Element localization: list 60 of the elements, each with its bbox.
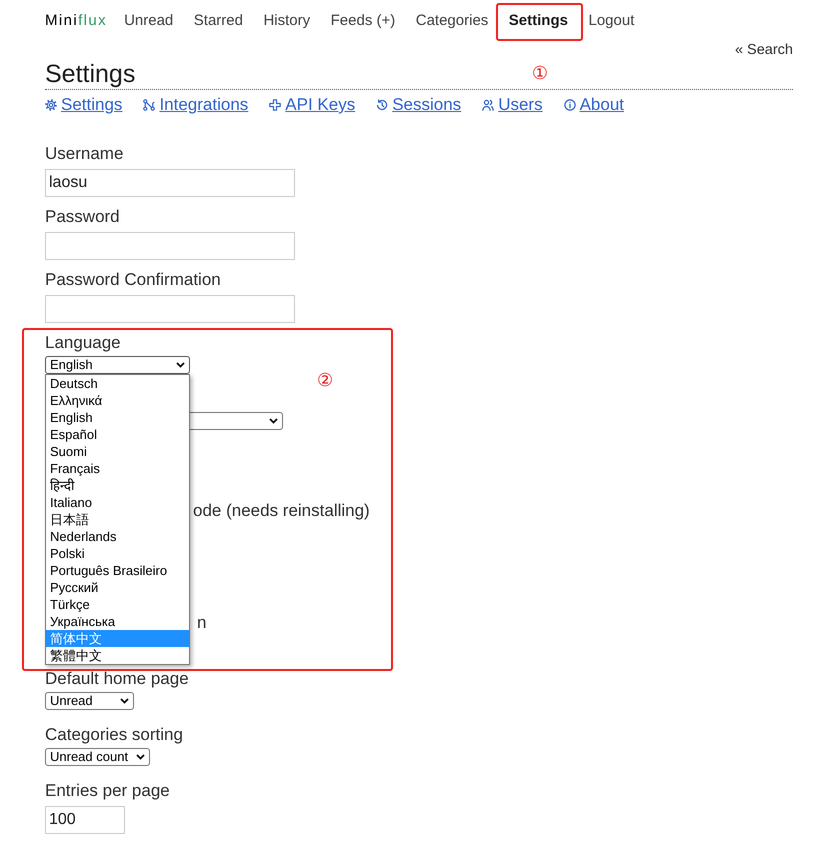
subnav-link[interactable]: Integrations [143, 95, 248, 115]
logo[interactable]: Miniflux [45, 12, 108, 28]
gear-icon [45, 99, 57, 111]
nav-link[interactable]: History [263, 12, 310, 28]
chevron-down-icon [120, 698, 129, 704]
dropdown-option[interactable]: Suomi [46, 443, 189, 460]
dropdown-option[interactable]: Türkçe [46, 596, 189, 613]
field-label: Password [45, 207, 120, 227]
input-field[interactable]: laosu [45, 169, 295, 197]
chevron-down-icon [136, 754, 145, 760]
dropdown-select[interactable]: English [45, 356, 190, 374]
field-label: Default home page [45, 669, 189, 689]
field-label: Language [45, 333, 121, 353]
dropdown-option[interactable]: English [46, 409, 189, 426]
annotation-number: ① [532, 64, 548, 84]
field-label: n [197, 613, 206, 633]
dropdown-option[interactable]: Italiano [46, 494, 189, 511]
nav-link[interactable]: Categories [416, 12, 488, 28]
subnav-link[interactable]: Settings [45, 95, 122, 115]
users-icon [482, 99, 494, 111]
subnav-link[interactable]: Users [482, 95, 543, 115]
dropdown-option[interactable]: 繁體中文 [46, 647, 189, 664]
annotation-number: ② [317, 371, 334, 391]
field-label: ode (needs reinstalling) [193, 501, 370, 521]
dropdown-option[interactable]: हिन्दी [46, 477, 189, 494]
subnav-link[interactable]: API Keys [269, 95, 356, 115]
input-field[interactable]: 100 [45, 806, 125, 834]
dropdown-option[interactable]: Русский [46, 579, 189, 596]
history-icon [376, 99, 388, 111]
info-icon [564, 99, 576, 111]
nav-link[interactable]: Starred [194, 12, 243, 28]
input-field[interactable] [45, 295, 295, 323]
search-link[interactable]: « Search [734, 42, 793, 58]
dropdown-option[interactable]: Nederlands [46, 528, 189, 545]
nav-link[interactable]: Unread [124, 12, 174, 28]
dropdown-option[interactable]: Deutsch [46, 375, 189, 392]
subnav-link[interactable]: Sessions [376, 95, 462, 115]
nav-link[interactable]: Feeds (+) [330, 12, 396, 28]
dropdown-option[interactable]: Українська [46, 613, 189, 630]
field-label: Entries per page [45, 781, 170, 801]
dropdown-option[interactable]: Ελληνικά [46, 392, 189, 409]
subnav-link[interactable]: About [564, 95, 624, 115]
chevron-down-icon [269, 418, 278, 424]
chevron-down-icon [176, 362, 185, 368]
dropdown-select[interactable]: Unread count [45, 748, 150, 766]
dropdown-option[interactable]: Español [46, 426, 189, 443]
dropdown-option[interactable]: Português Brasileiro [46, 562, 189, 579]
branch-icon [143, 99, 156, 111]
dropdown-option[interactable]: 日本語 [46, 511, 189, 528]
dropdown-select[interactable] [190, 412, 283, 430]
dropdown-select[interactable]: Unread [45, 692, 134, 710]
field-label: Categories sorting [45, 725, 183, 745]
cross-icon [269, 99, 282, 111]
field-label: Username [45, 144, 124, 164]
input-field[interactable] [45, 232, 295, 260]
nav-link[interactable]: Settings [508, 12, 568, 28]
nav-link[interactable]: Logout [588, 12, 634, 28]
dropdown-option[interactable]: Polski [46, 545, 189, 562]
dropdown-option[interactable]: Français [46, 460, 189, 477]
field-label: Password Confirmation [45, 270, 221, 290]
